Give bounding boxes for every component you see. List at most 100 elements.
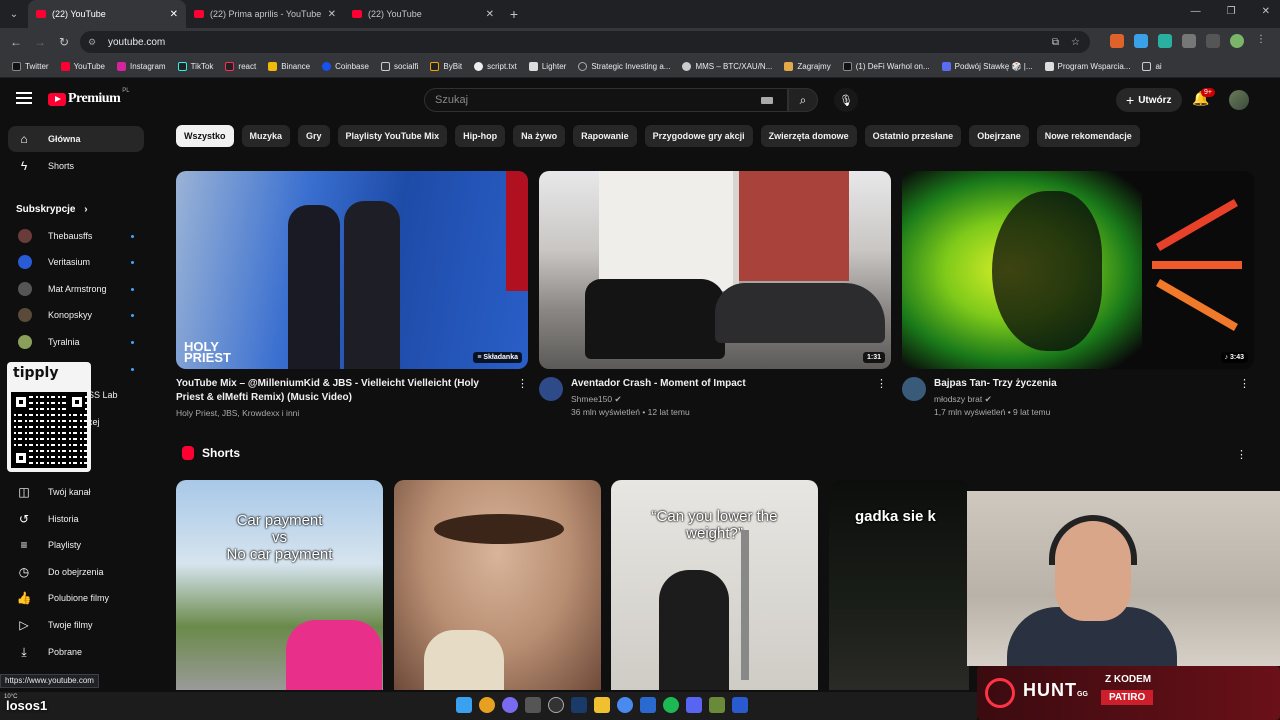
short-card-1[interactable]: Car payment vs No car payment: [176, 480, 383, 690]
menu-hamburger-icon[interactable]: [16, 92, 32, 104]
browser-menu-icon[interactable]: ⋮: [1254, 34, 1268, 48]
account-avatar[interactable]: [1229, 90, 1249, 110]
extensions-puzzle-icon[interactable]: [1182, 34, 1196, 48]
video-card-3[interactable]: ♪ 3:43 Bajpas Tan- Trzy życzenia młodszy…: [902, 171, 1254, 417]
search-input[interactable]: Szukaj: [424, 88, 788, 112]
more-options-icon[interactable]: ⋮: [876, 377, 887, 390]
chip-action-adventure[interactable]: Przygodowe gry akcji: [644, 125, 753, 147]
spotify-icon[interactable]: [663, 697, 679, 713]
bookmark-coinbase[interactable]: Coinbase: [316, 62, 375, 71]
restore-icon[interactable]: ❐: [1227, 6, 1236, 17]
chip-youtube-mix[interactable]: Playlisty YouTube Mix: [337, 125, 448, 147]
discord-icon[interactable]: [502, 697, 518, 713]
chip-games[interactable]: Gry: [298, 125, 330, 147]
install-app-icon[interactable]: ⧉: [1052, 37, 1059, 48]
video-card-1[interactable]: HOLY PRIEST ≡ Składanka YouTube Mix – @Mi…: [176, 171, 528, 418]
chrome-icon[interactable]: [479, 697, 495, 713]
close-window-icon[interactable]: ✕: [1262, 6, 1270, 17]
video-thumbnail[interactable]: 1:31: [539, 171, 891, 369]
video-thumbnail[interactable]: ♪ 3:43: [902, 171, 1254, 369]
bookmark-program-wsparcia[interactable]: Program Wsparcia...: [1039, 62, 1137, 71]
bookmark-github-script[interactable]: script.txt: [468, 62, 523, 71]
bookmark-zagrajmy[interactable]: Zagrajmy: [778, 62, 836, 71]
windows-start-icon[interactable]: [456, 697, 472, 713]
file-explorer-icon[interactable]: [594, 697, 610, 713]
sidebar-item-watch-later[interactable]: ◷ Do obejrzenia: [8, 559, 144, 585]
forward-arrow-icon[interactable]: →: [28, 35, 52, 49]
reload-icon[interactable]: ↻: [52, 35, 76, 49]
extension-icon[interactable]: [1110, 34, 1124, 48]
new-tab-icon[interactable]: +: [502, 6, 526, 22]
short-card-3[interactable]: “Can you lower the weight?”: [611, 480, 818, 690]
back-arrow-icon[interactable]: ←: [4, 35, 28, 49]
extension-icon[interactable]: [1158, 34, 1172, 48]
sidebar-item-downloads[interactable]: ⤓ Pobrane: [8, 639, 144, 665]
subscriptions-heading[interactable]: Subskrypcje ›: [16, 204, 88, 215]
subscription-mat-armstrong[interactable]: Mat Armstrong: [8, 276, 144, 302]
bookmark-instagram[interactable]: Instagram: [111, 62, 172, 71]
bookmark-tiktok[interactable]: TikTok: [172, 62, 220, 71]
create-button[interactable]: + Utwórz: [1116, 88, 1182, 112]
site-info-icon[interactable]: ⚙: [88, 37, 102, 48]
sidebar-item-your-channel[interactable]: ◫ Twój kanał: [8, 479, 144, 505]
sidebar-item-liked-videos[interactable]: 👍 Polubione filmy: [8, 585, 144, 611]
steam-icon[interactable]: [571, 697, 587, 713]
chip-watched[interactable]: Obejrzane: [969, 125, 1029, 147]
sidebar-item-home[interactable]: ⌂ Główna: [8, 126, 144, 152]
app-icon[interactable]: [640, 697, 656, 713]
bookmark-lighter[interactable]: Lighter: [523, 62, 572, 71]
video-title[interactable]: YouTube Mix – @MilleniumKid & JBS - Viel…: [176, 377, 496, 405]
close-tab-icon[interactable]: ✕: [328, 9, 336, 20]
minimize-icon[interactable]: —: [1191, 6, 1201, 17]
channel-avatar[interactable]: [539, 377, 563, 401]
bookmark-podwoj-stawke[interactable]: Podwój Stawkę 🎲 |...: [936, 62, 1039, 71]
keyboard-icon[interactable]: [761, 97, 773, 104]
search-button[interactable]: ⌕: [788, 88, 818, 112]
app-icon[interactable]: [617, 697, 633, 713]
chip-pets[interactable]: Zwierzęta domowe: [760, 125, 857, 147]
chip-music[interactable]: Muzyka: [241, 125, 291, 147]
browser-tab-2[interactable]: (22) Prima aprilis - YouTube ✕: [186, 0, 344, 28]
reading-list-icon[interactable]: [1206, 34, 1220, 48]
extension-icon[interactable]: [1134, 34, 1148, 48]
bookmark-bybit[interactable]: ByBit: [424, 62, 468, 71]
chip-all[interactable]: Wszystko: [176, 125, 234, 147]
subscription-veritasium[interactable]: Veritasium: [8, 249, 144, 275]
obs-icon[interactable]: [548, 697, 564, 713]
tab-search-chevron-icon[interactable]: ⌄: [0, 0, 28, 28]
voice-search-mic-icon[interactable]: 🎙: [834, 88, 858, 112]
chip-recently-uploaded[interactable]: Ostatnio przesłane: [864, 125, 962, 147]
short-card-2[interactable]: [394, 480, 601, 690]
bookmark-youtube[interactable]: YouTube: [55, 62, 111, 71]
close-tab-icon[interactable]: ✕: [170, 9, 178, 20]
sidebar-item-playlists[interactable]: ≡ Playlisty: [8, 532, 144, 558]
chip-live[interactable]: Na żywo: [513, 125, 566, 147]
bookmark-defi-warhol[interactable]: (1) DeFi Warhol on...: [837, 62, 936, 71]
browser-tab-1[interactable]: (22) YouTube ✕: [28, 0, 186, 28]
youtube-premium-logo[interactable]: Premium PL: [48, 88, 130, 107]
chip-hip-hop[interactable]: Hip-hop: [455, 125, 506, 147]
bookmark-folder-socialfi[interactable]: socialfi: [375, 62, 424, 71]
bookmark-strategic-investing[interactable]: Strategic Investing a...: [572, 62, 676, 71]
profile-icon[interactable]: [1230, 34, 1244, 48]
bookmark-binance[interactable]: Binance: [262, 62, 316, 71]
channel-name[interactable]: Shmee150: [571, 394, 612, 404]
sidebar-item-history[interactable]: ↺ Historia: [8, 506, 144, 532]
short-card-4[interactable]: gadka sie k: [829, 480, 969, 690]
video-thumbnail[interactable]: HOLY PRIEST ≡ Składanka: [176, 171, 528, 369]
app-icon[interactable]: [732, 697, 748, 713]
bookmark-folder-ai[interactable]: ai: [1136, 62, 1167, 71]
subscription-konopskyy[interactable]: Konopskyy: [8, 302, 144, 328]
video-title[interactable]: Aventador Crash - Moment of Impact: [571, 377, 871, 391]
bookmark-twitter[interactable]: Twitter: [6, 62, 55, 71]
sidebar-item-shorts[interactable]: ϟ Shorts: [8, 153, 144, 179]
app-icon[interactable]: [686, 697, 702, 713]
bookmark-react[interactable]: react: [219, 62, 262, 71]
chip-new-recommendations[interactable]: Nowe rekomendacje: [1036, 125, 1140, 147]
video-title[interactable]: Bajpas Tan- Trzy życzenia: [934, 377, 1234, 391]
app-icon[interactable]: [709, 697, 725, 713]
app-icon[interactable]: [525, 697, 541, 713]
subscription-thebausffs[interactable]: Thebausffs: [8, 223, 144, 249]
more-options-icon[interactable]: ⋮: [517, 377, 528, 390]
bookmark-star-icon[interactable]: ☆: [1071, 37, 1080, 48]
